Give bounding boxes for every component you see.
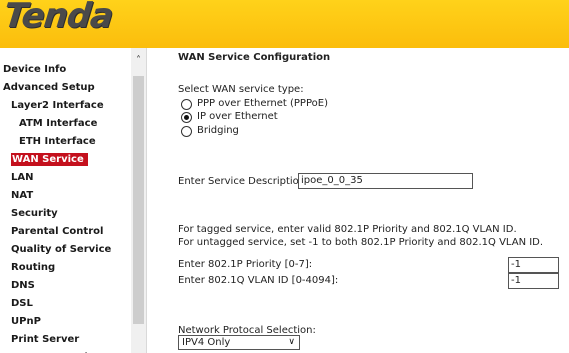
tagged-info-text: For tagged service, enter valid 802.1P P… <box>178 224 517 235</box>
sidebar-item-label: DSL <box>11 298 33 309</box>
sidebar-item-atm-interface[interactable]: ATM Interface <box>0 115 111 133</box>
sidebar-item-device-info[interactable]: Device Info <box>0 61 111 79</box>
bridging-label: Bridging <box>197 125 239 136</box>
sidebar-item-advanced-setup[interactable]: Advanced Setup <box>0 79 111 97</box>
sidebar-scrollbar[interactable]: ˄ <box>131 48 146 353</box>
bridging-radio[interactable] <box>181 125 192 137</box>
ipoe-radio[interactable] <box>181 111 192 123</box>
sidebar-item-dns[interactable]: DNS <box>0 277 111 295</box>
protocol-selected-value: IPV4 Only <box>182 337 231 348</box>
option-ipoe[interactable]: IP over Ethernet <box>181 110 278 124</box>
sidebar-item-security[interactable]: Security <box>0 205 111 223</box>
scrollbar-thumb[interactable] <box>133 76 144 324</box>
sidebar-item-label: UPnP <box>11 316 41 327</box>
service-type-label: Select WAN service type: <box>178 84 304 95</box>
sidebar-item-label: Routing <box>11 262 56 273</box>
sidebar-item-nat[interactable]: NAT <box>0 187 111 205</box>
sidebar-item-eth-interface[interactable]: ETH Interface <box>0 133 111 151</box>
sidebar-item-dsl[interactable]: DSL <box>0 295 111 313</box>
sidebar-item-label: Print Server <box>11 334 80 345</box>
sidebar-item-quality-of-service[interactable]: Quality of Service <box>0 241 111 259</box>
vlan-id-input[interactable]: -1 <box>508 273 559 289</box>
sidebar-item-wan-service[interactable]: WAN Service <box>0 151 111 169</box>
sidebar-item-print-server[interactable]: Print Server <box>0 331 111 349</box>
sidebar-item-label: ETH Interface <box>19 136 96 147</box>
chevron-down-icon: ∨ <box>288 337 295 347</box>
header-bar: Tenda <box>0 0 569 48</box>
sidebar-item-layer2-interface[interactable]: Layer2 Interface <box>0 97 111 115</box>
sidebar-item-parental-control[interactable]: Parental Control <box>0 223 111 241</box>
sidebar-item-label: Advanced Setup <box>3 82 95 93</box>
sidebar-item-label: DNS <box>11 280 35 291</box>
sidebar-item-label: Parental Control <box>11 226 104 237</box>
main-content: WAN Service Configuration Select WAN ser… <box>178 48 569 353</box>
option-bridging[interactable]: Bridging <box>181 124 239 138</box>
sidebar-item-upnp[interactable]: UPnP <box>0 313 111 331</box>
sidebar-item-label: Device Info <box>3 64 67 75</box>
vlan-id-label: Enter 802.1Q VLAN ID [0-4094]: <box>178 275 339 286</box>
option-pppoe[interactable]: PPP over Ethernet (PPPoE) <box>181 97 328 111</box>
sidebar-item-lan[interactable]: LAN <box>0 169 111 187</box>
ipoe-label: IP over Ethernet <box>197 111 278 122</box>
service-description-input[interactable]: ipoe_0_0_35 <box>298 173 473 189</box>
sidebar-item-label: Layer2 Interface <box>11 100 104 111</box>
sidebar-item-label: LAN <box>11 172 34 183</box>
sidebar-item-label: Quality of Service <box>11 244 112 255</box>
untagged-info-text: For untagged service, set -1 to both 802… <box>178 237 544 248</box>
priority-input[interactable]: -1 <box>508 257 559 273</box>
sidebar-menu-list: Device Info Advanced Setup Layer2 Interfac… <box>0 61 111 353</box>
service-description-label: Enter Service Description: <box>178 176 309 187</box>
sidebar-item-label: ATM Interface <box>19 118 98 129</box>
sidebar-item-storage-service[interactable]: Storage Service <box>0 349 111 353</box>
sidebar-menu: Device Info Advanced Setup Layer2 Interfac… <box>0 48 147 353</box>
sidebar-item-label: Security <box>11 208 58 219</box>
protocol-select[interactable]: IPV4 Only ∨ <box>178 335 300 350</box>
sidebar-item-label: WAN Service <box>11 153 88 166</box>
sidebar-item-routing[interactable]: Routing <box>0 259 111 277</box>
sidebar-item-label: NAT <box>11 190 34 201</box>
tenda-logo: Tenda <box>1 0 115 36</box>
chevron-up-icon[interactable]: ˄ <box>131 54 146 68</box>
page-title: WAN Service Configuration <box>178 52 331 63</box>
pppoe-radio[interactable] <box>181 98 192 110</box>
pppoe-label: PPP over Ethernet (PPPoE) <box>197 98 328 109</box>
priority-label: Enter 802.1P Priority [0-7]: <box>178 259 313 270</box>
